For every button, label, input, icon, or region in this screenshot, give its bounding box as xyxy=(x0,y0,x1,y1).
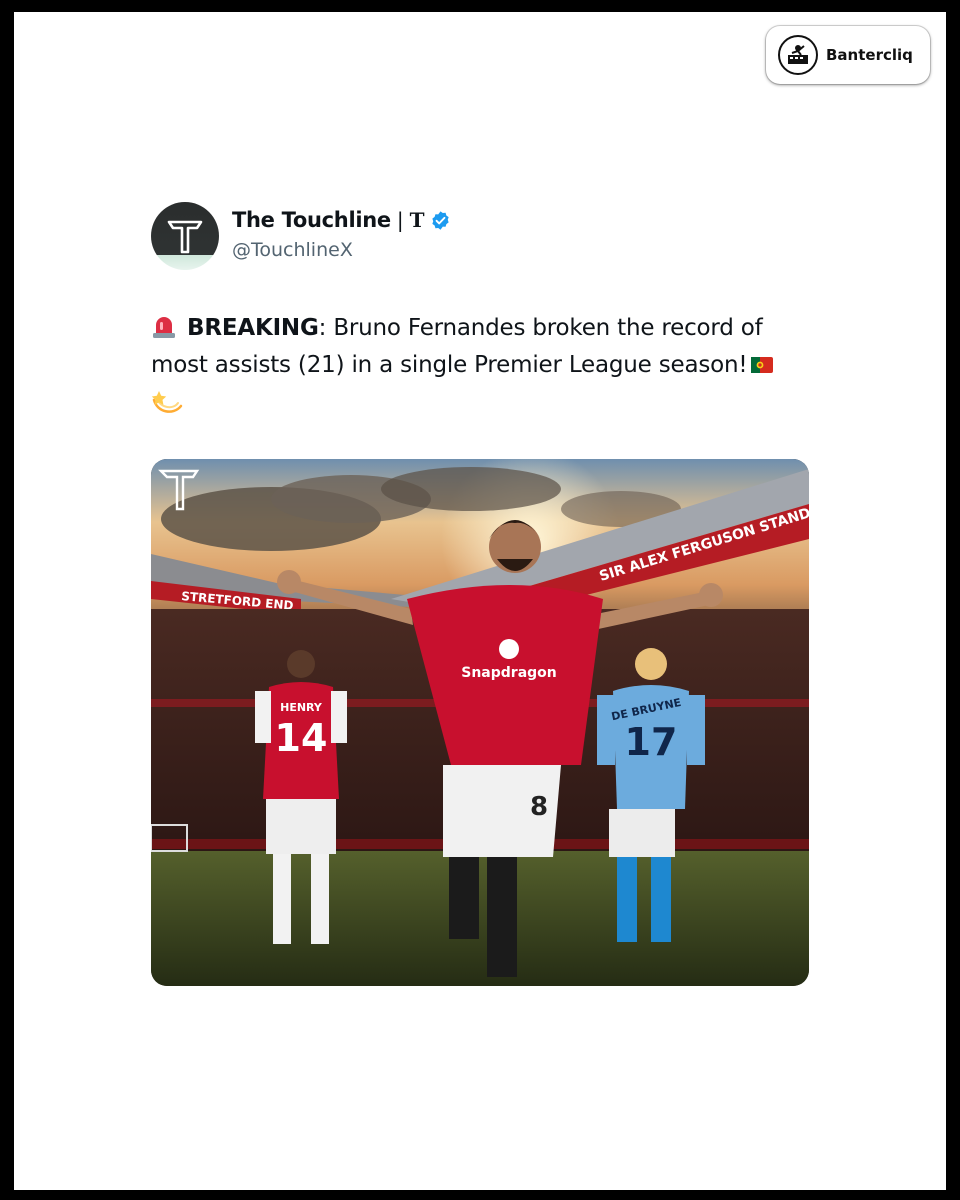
author-name-row[interactable]: The Touchline | T xyxy=(232,208,451,232)
author-handle[interactable]: @TouchlineX xyxy=(232,239,353,261)
post-card: Bantercliq The Touchline | T @TouchlineX… xyxy=(14,12,946,1190)
display-name[interactable]: The Touchline xyxy=(232,208,391,232)
bantercliq-label: Bantercliq xyxy=(826,46,913,64)
dizzy-icon xyxy=(151,391,183,413)
avatar[interactable] xyxy=(151,202,219,270)
de-bruyne-number: 17 xyxy=(625,720,678,764)
bruno-number: 8 xyxy=(530,792,548,822)
bruno-sponsor: Snapdragon xyxy=(461,665,557,681)
police-car-light-icon xyxy=(153,317,175,338)
verified-badge-icon[interactable] xyxy=(430,210,451,231)
bantercliq-logo-icon xyxy=(778,35,818,75)
breaking-label: BREAKING xyxy=(187,315,319,341)
henry-number: 14 xyxy=(275,716,328,760)
name-separator: | xyxy=(396,208,404,232)
name-suffix: T xyxy=(409,208,425,232)
henry-name: HENRY xyxy=(280,701,323,714)
tweet-media-image[interactable]: SIR ALEX FERGUSON STAND STRETFORD END HE… xyxy=(151,459,809,986)
touchline-logo-icon xyxy=(167,220,203,254)
tweet-text: BREAKING: Bruno Fernandes broken the rec… xyxy=(151,310,811,418)
portugal-flag-icon xyxy=(751,357,774,373)
stadium-illustration: SIR ALEX FERGUSON STAND STRETFORD END HE… xyxy=(151,459,809,986)
bantercliq-badge[interactable]: Bantercliq xyxy=(766,26,930,84)
